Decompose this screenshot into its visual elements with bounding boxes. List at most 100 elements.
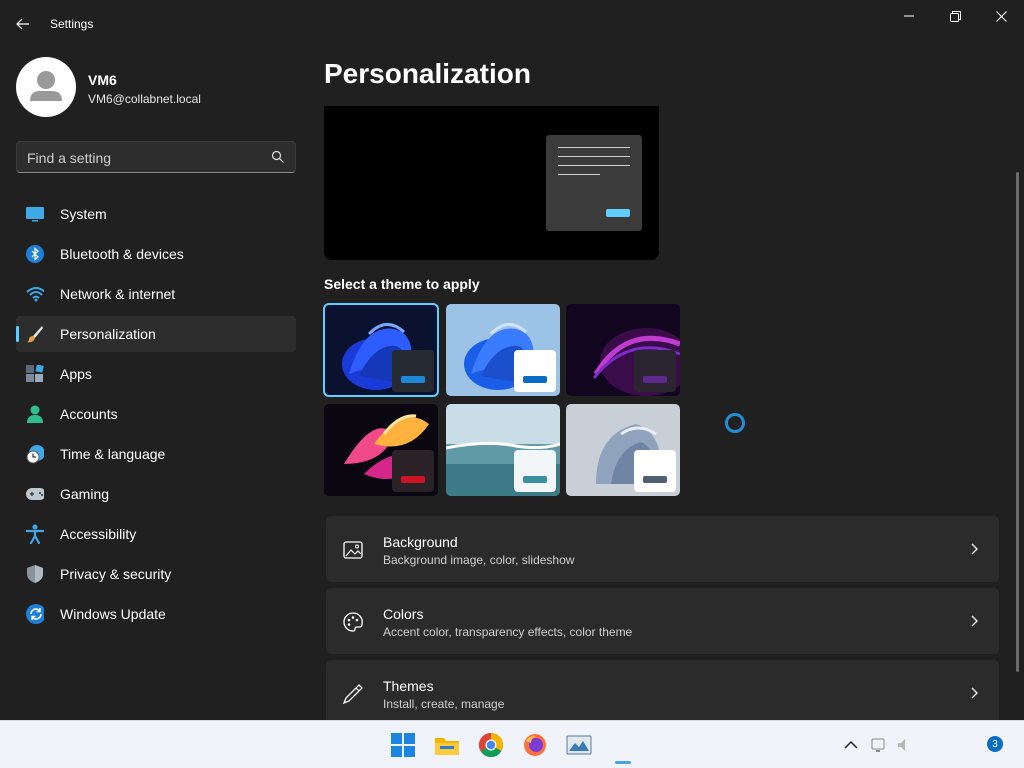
- sidebar-item-accounts[interactable]: Accounts: [16, 396, 296, 432]
- chevron-right-icon: [971, 687, 978, 699]
- background-card[interactable]: Background Background image, color, slid…: [326, 516, 999, 582]
- card-title: Background: [383, 534, 458, 550]
- preview-line: [558, 165, 630, 166]
- profile-email: VM6@collabnet.local: [88, 92, 201, 106]
- firefox-icon: [524, 734, 546, 756]
- minimize-button[interactable]: [886, 0, 932, 32]
- chrome-icon: [479, 733, 503, 757]
- preview-window: [546, 135, 642, 231]
- sidebar-item-time-language[interactable]: Time & language: [16, 436, 296, 472]
- volume-tray-icon[interactable]: [896, 736, 914, 754]
- photos-button[interactable]: [566, 732, 592, 758]
- shield-icon: [26, 565, 44, 583]
- bluetooth-icon: [26, 245, 44, 263]
- chrome-button[interactable]: [478, 732, 504, 758]
- accounts-icon: [26, 405, 44, 423]
- sidebar-item-windows-update[interactable]: Windows Update: [16, 596, 296, 632]
- theme-windows-dark[interactable]: [323, 303, 439, 397]
- scrollbar[interactable]: [1016, 172, 1019, 672]
- themes-card[interactable]: Themes Install, create, manage: [326, 660, 999, 726]
- close-button[interactable]: [978, 0, 1024, 32]
- preview-line: [558, 147, 630, 148]
- back-button[interactable]: [10, 12, 36, 36]
- maximize-button[interactable]: [932, 0, 978, 32]
- preview-accent-button: [606, 209, 630, 217]
- system-icon: [26, 205, 44, 223]
- chevron-right-icon: [971, 543, 978, 555]
- themes-section-label: Select a theme to apply: [324, 276, 480, 292]
- sidebar-item-system[interactable]: System: [16, 196, 296, 232]
- sidebar-item-apps[interactable]: Apps: [16, 356, 296, 392]
- network-tray-icon[interactable]: [870, 736, 888, 754]
- theme-sunrise[interactable]: [446, 404, 560, 496]
- avatar[interactable]: [16, 57, 76, 117]
- theme-glow[interactable]: [566, 304, 680, 396]
- colors-card[interactable]: Colors Accent color, transparency effect…: [326, 588, 999, 654]
- card-subtitle: Install, create, manage: [383, 697, 505, 711]
- palette-icon: [343, 612, 363, 632]
- accessibility-icon: [26, 524, 44, 544]
- start-button[interactable]: [390, 732, 416, 758]
- close-icon: [995, 10, 1007, 22]
- theme-preview: [324, 106, 659, 260]
- theme-swatch: [634, 350, 676, 392]
- search-input[interactable]: Find a setting: [16, 141, 296, 173]
- card-title: Colors: [383, 606, 424, 622]
- sidebar-item-label: Accessibility: [60, 526, 137, 542]
- image-icon: [343, 541, 363, 559]
- user-profile: VM6 VM6@collabnet.local: [16, 57, 296, 117]
- theme-swatch: [634, 450, 676, 492]
- sidebar-item-label: Bluetooth & devices: [60, 246, 184, 262]
- notification-badge[interactable]: 3: [987, 736, 1003, 752]
- preview-line: [558, 156, 630, 157]
- preview-line: [558, 174, 600, 175]
- theme-swatch: [392, 450, 434, 492]
- theme-windows-light[interactable]: [446, 304, 560, 396]
- profile-name: VM6: [88, 72, 117, 88]
- search-placeholder: Find a setting: [27, 150, 112, 166]
- photos-icon: [566, 735, 592, 755]
- sidebar-item-label: Privacy & security: [60, 566, 172, 582]
- theme-swatch: [392, 350, 434, 392]
- sidebar-item-label: Time & language: [60, 446, 166, 462]
- sidebar-nav: System Bluetooth & devices Network & int…: [16, 196, 296, 636]
- update-icon: [26, 604, 44, 624]
- sidebar-item-label: Personalization: [60, 326, 156, 342]
- file-explorer-button[interactable]: [434, 732, 460, 758]
- search-icon[interactable]: [271, 150, 285, 164]
- restore-icon: [949, 10, 961, 22]
- loading-spinner-icon: [725, 413, 745, 433]
- chevron-up-icon[interactable]: [842, 736, 860, 754]
- active-app-indicator: [615, 761, 631, 764]
- card-subtitle: Background image, color, slideshow: [383, 553, 575, 567]
- wifi-icon: [26, 285, 44, 303]
- user-avatar-icon: [30, 71, 62, 101]
- brush-icon: [26, 325, 44, 343]
- gamepad-icon: [26, 485, 44, 503]
- app-title: Settings: [50, 17, 94, 31]
- sidebar-item-label: Accounts: [60, 406, 118, 422]
- back-arrow-icon: [16, 18, 29, 30]
- sidebar-item-bluetooth[interactable]: Bluetooth & devices: [16, 236, 296, 272]
- sidebar-item-privacy-security[interactable]: Privacy & security: [16, 556, 296, 592]
- sidebar-item-label: Windows Update: [60, 606, 166, 622]
- theme-swatch: [514, 350, 556, 392]
- file-explorer-icon: [435, 738, 459, 755]
- card-subtitle: Accent color, transparency effects, colo…: [383, 625, 633, 639]
- active-app-button[interactable]: [610, 732, 636, 758]
- taskbar: [0, 720, 1024, 768]
- apps-icon: [26, 365, 44, 383]
- clock-globe-icon: [26, 445, 44, 464]
- theme-flow[interactable]: [566, 404, 680, 496]
- theme-swatch: [514, 450, 556, 492]
- theme-captured-motion[interactable]: [324, 404, 438, 496]
- sidebar-item-network[interactable]: Network & internet: [16, 276, 296, 312]
- sidebar-item-personalization[interactable]: Personalization: [16, 316, 296, 352]
- sidebar-item-accessibility[interactable]: Accessibility: [16, 516, 296, 552]
- sidebar-item-gaming[interactable]: Gaming: [16, 476, 296, 512]
- chevron-right-icon: [971, 615, 978, 627]
- page-title: Personalization: [324, 58, 531, 89]
- firefox-button[interactable]: [522, 732, 548, 758]
- sidebar-item-label: Apps: [60, 366, 92, 382]
- title-bar: Settings: [0, 0, 1024, 48]
